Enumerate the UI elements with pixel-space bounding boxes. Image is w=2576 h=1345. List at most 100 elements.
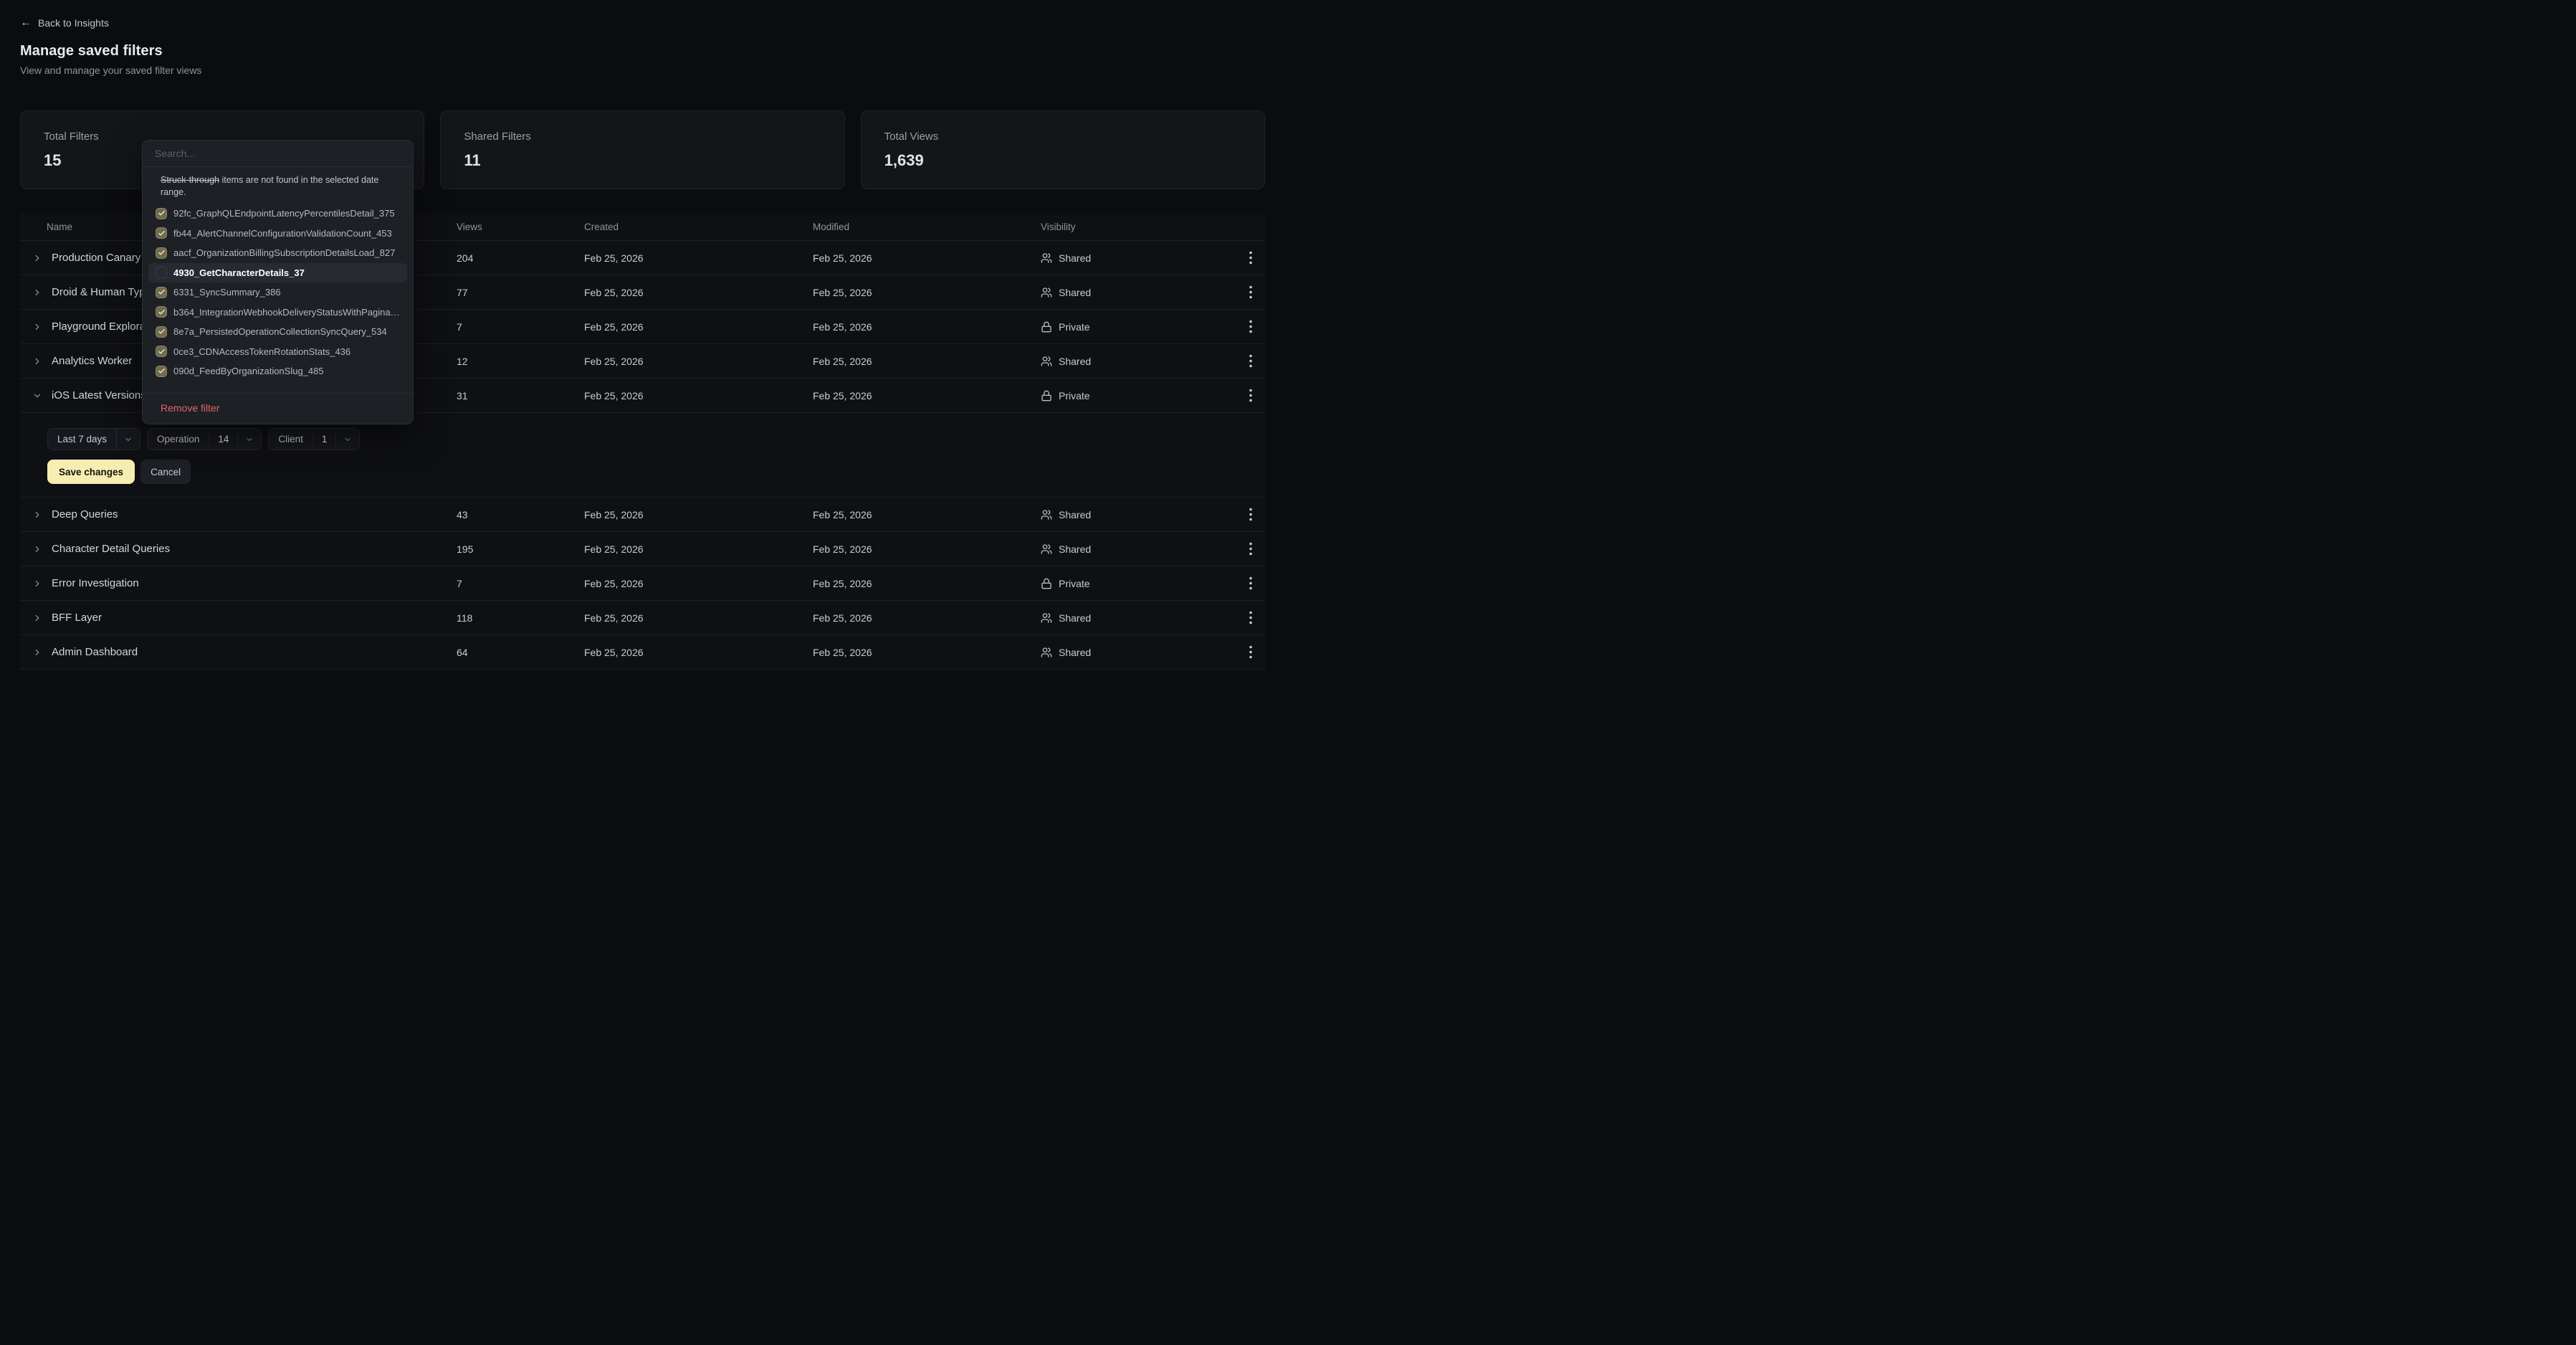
chevron-right-icon — [32, 253, 42, 263]
search-input[interactable] — [155, 148, 401, 159]
dropdown-item[interactable]: 4930_GetCharacterDetails_37 — [148, 263, 407, 283]
dropdown-item-label: 4930_GetCharacterDetails_37 — [173, 267, 305, 278]
visibility-cell: Shared — [1041, 612, 1234, 624]
dropdown-item-label: 8e7a_PersistedOperationCollectionSyncQue… — [173, 326, 387, 337]
manage-saved-filters-page: ← Back to Insights Manage saved filters … — [0, 0, 1288, 672]
checkbox[interactable] — [156, 326, 167, 338]
modified-date: Feb 25, 2026 — [813, 252, 1041, 264]
back-link-label: Back to Insights — [38, 17, 109, 29]
modified-date: Feb 25, 2026 — [813, 321, 1041, 333]
check-icon — [158, 229, 166, 237]
row-menu-button[interactable] — [1246, 317, 1255, 336]
expand-row-button[interactable] — [25, 349, 49, 374]
filter-chip[interactable]: Operation 14 — [147, 428, 262, 450]
table-row[interactable]: Deep Queries 43 Feb 25, 2026 Feb 25, 202… — [20, 498, 1265, 532]
checkbox[interactable] — [156, 287, 167, 298]
remove-filter-button[interactable]: Remove filter — [143, 394, 232, 424]
filter-chip[interactable]: Client 1 — [268, 428, 360, 450]
visibility-label: Shared — [1059, 612, 1091, 624]
check-icon — [158, 249, 166, 257]
filter-name: Playground Explorat — [49, 320, 148, 333]
checkbox[interactable] — [156, 346, 167, 357]
dropdown-item-label: 0ce3_CDNAccessTokenRotationStats_436 — [173, 346, 350, 357]
modified-date: Feb 25, 2026 — [813, 612, 1041, 624]
expand-row-button[interactable] — [25, 537, 49, 561]
created-date: Feb 25, 2026 — [584, 390, 813, 401]
row-menu-button[interactable] — [1246, 539, 1255, 559]
dropdown-item[interactable]: 8e7a_PersistedOperationCollectionSyncQue… — [143, 322, 413, 342]
views-count: 64 — [457, 647, 584, 658]
users-icon — [1041, 252, 1052, 264]
created-date: Feb 25, 2026 — [584, 543, 813, 555]
kebab-menu-icon — [1249, 389, 1252, 402]
table-row[interactable]: Admin Dashboard 64 Feb 25, 2026 Feb 25, … — [20, 635, 1265, 670]
filter-chip[interactable]: Last 7 days — [47, 428, 140, 450]
created-date: Feb 25, 2026 — [584, 509, 813, 521]
dropdown-item[interactable]: 6331_SyncSummary_386 — [143, 282, 413, 303]
expand-row-button[interactable] — [25, 384, 49, 408]
kebab-menu-icon — [1249, 576, 1252, 590]
expand-row-button[interactable] — [25, 503, 49, 527]
chip-label: Last 7 days — [48, 429, 116, 450]
checkbox[interactable] — [156, 306, 167, 318]
row-menu-button[interactable] — [1246, 505, 1255, 524]
table-row[interactable]: Error Investigation 7 Feb 25, 2026 Feb 2… — [20, 566, 1265, 601]
kebab-menu-icon — [1249, 645, 1252, 659]
cancel-button[interactable]: Cancel — [140, 460, 191, 484]
kebab-menu-icon — [1249, 542, 1252, 556]
dropdown-item[interactable]: b364_IntegrationWebhookDeliveryStatusWit… — [143, 303, 413, 323]
row-menu-button[interactable] — [1246, 608, 1255, 627]
expand-row-button[interactable] — [25, 571, 49, 596]
checkbox[interactable] — [156, 208, 167, 219]
views-count: 204 — [457, 252, 584, 264]
modified-date: Feb 25, 2026 — [813, 390, 1041, 401]
kebab-menu-icon — [1249, 251, 1252, 265]
expand-row-button[interactable] — [25, 640, 49, 665]
modified-date: Feb 25, 2026 — [813, 287, 1041, 298]
users-icon — [1041, 356, 1052, 367]
row-menu-button[interactable] — [1246, 642, 1255, 662]
table-row[interactable]: BFF Layer 118 Feb 25, 2026 Feb 25, 2026 … — [20, 601, 1265, 635]
stat-value: 1,639 — [884, 151, 1241, 170]
table-row[interactable]: Character Detail Queries 195 Feb 25, 202… — [20, 532, 1265, 566]
dropdown-item[interactable]: aacf_OrganizationBillingSubscriptionDeta… — [143, 243, 413, 263]
dropdown-item-label: aacf_OrganizationBillingSubscriptionDeta… — [173, 247, 395, 258]
created-date: Feb 25, 2026 — [584, 287, 813, 298]
save-changes-button[interactable]: Save changes — [47, 460, 135, 484]
row-menu-button[interactable] — [1246, 248, 1255, 267]
back-link[interactable]: ← Back to Insights — [20, 17, 109, 29]
row-menu-button[interactable] — [1246, 386, 1255, 405]
row-menu-button[interactable] — [1246, 574, 1255, 593]
dropdown-item[interactable]: 92fc_GraphQLEndpointLatencyPercentilesDe… — [143, 204, 413, 224]
chevron-down-icon — [237, 429, 261, 450]
dropdown-item[interactable]: 090d_FeedByOrganizationSlug_485 — [143, 361, 413, 381]
views-count: 43 — [457, 509, 584, 521]
views-count: 12 — [457, 356, 584, 367]
expand-row-button[interactable] — [25, 280, 49, 305]
column-header-modified: Modified — [813, 222, 1041, 232]
expand-row-button[interactable] — [25, 315, 49, 339]
checkbox[interactable] — [156, 227, 167, 239]
dropdown-item-label: b364_IntegrationWebhookDeliveryStatusWit… — [173, 307, 400, 318]
chip-value: 14 — [209, 429, 237, 450]
created-date: Feb 25, 2026 — [584, 321, 813, 333]
row-menu-button[interactable] — [1246, 282, 1255, 302]
checkbox[interactable] — [156, 267, 167, 278]
dropdown-item[interactable]: fb44_AlertChannelConfigurationValidation… — [143, 224, 413, 244]
expand-row-button[interactable] — [25, 606, 49, 630]
modified-date: Feb 25, 2026 — [813, 578, 1041, 589]
views-count: 77 — [457, 287, 584, 298]
stat-card: Total Views 1,639 — [861, 110, 1265, 189]
dropdown-item[interactable]: 0ce3_CDNAccessTokenRotationStats_436 — [143, 342, 413, 362]
filter-name: Analytics Worker — [49, 355, 132, 367]
checkbox[interactable] — [156, 366, 167, 377]
stat-label: Total Views — [884, 130, 1241, 143]
row-menu-button[interactable] — [1246, 351, 1255, 371]
chevron-right-icon — [32, 510, 42, 520]
chevron-right-icon — [32, 287, 42, 298]
expand-row-button[interactable] — [25, 246, 49, 270]
checkbox[interactable] — [156, 247, 167, 259]
modified-date: Feb 25, 2026 — [813, 647, 1041, 658]
visibility-label: Private — [1059, 390, 1090, 401]
visibility-cell: Shared — [1041, 356, 1234, 367]
